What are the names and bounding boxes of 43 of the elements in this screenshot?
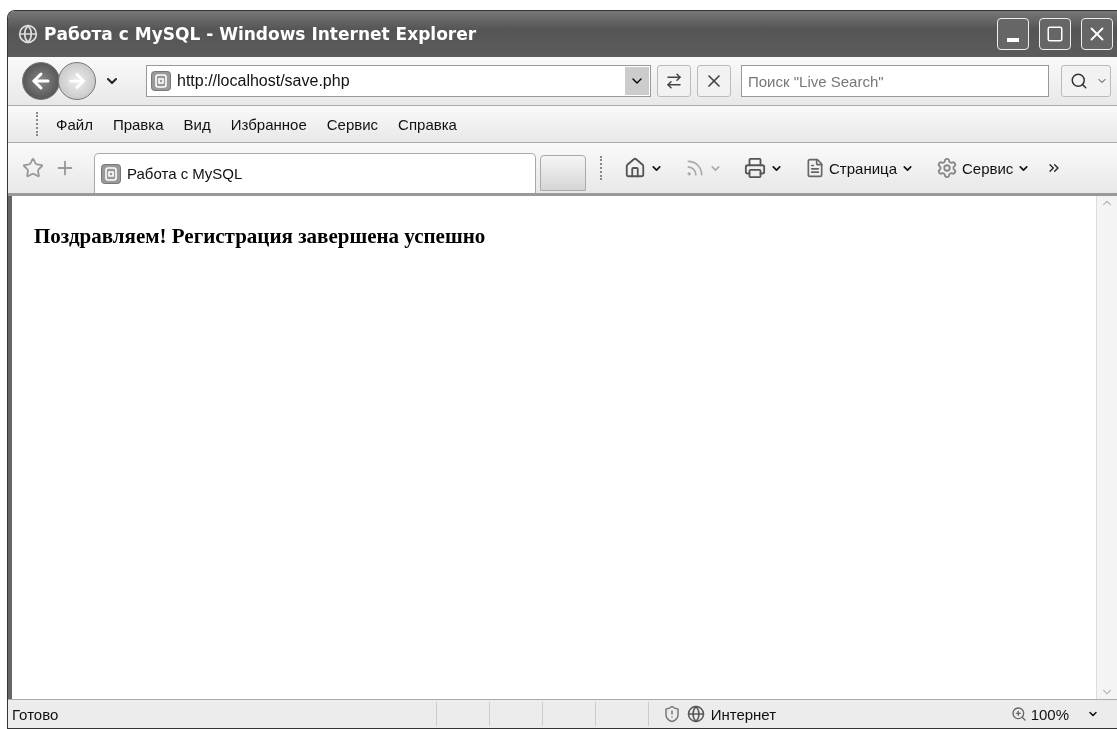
zoom-button[interactable]: 100%: [1002, 705, 1117, 723]
browser-tab[interactable]: Работа с MySQL: [94, 153, 536, 193]
settings-icon: [936, 157, 958, 179]
protected-mode-icon: [662, 705, 681, 723]
menu-item[interactable]: Сервис: [318, 113, 387, 135]
favorites-star-icon: [22, 157, 44, 179]
maximize-button[interactable]: [1039, 18, 1071, 50]
menu-item[interactable]: Правка: [104, 113, 172, 135]
minimize-icon: [1007, 38, 1019, 42]
globe-icon: [686, 705, 705, 723]
search-button[interactable]: [1061, 65, 1111, 97]
forward-button[interactable]: [58, 62, 96, 100]
menu-item[interactable]: Файл: [48, 113, 101, 135]
command-menu[interactable]: Страница: [799, 158, 920, 178]
page-heading: Поздравляем! Регистрация завершена успешно: [34, 224, 487, 249]
close-button[interactable]: [1081, 18, 1113, 50]
arrows-icon: [665, 72, 683, 90]
back-button[interactable]: [22, 62, 60, 100]
search-field[interactable]: Поиск "Live Search": [741, 65, 1049, 97]
status-text: Готово: [11, 705, 60, 723]
browser-logo-icon: [18, 24, 38, 44]
security-zone: Интернет: [710, 705, 777, 723]
menu-item[interactable]: Вид: [175, 113, 219, 135]
window-title: Работа с MySQL - Windows Internet Explorer: [44, 24, 478, 44]
feed-icon: [685, 158, 705, 178]
arrow-right-icon: [66, 70, 88, 92]
printer-icon: [744, 157, 766, 179]
address-dropdown[interactable]: [625, 67, 649, 95]
maximize-icon: [1046, 25, 1064, 43]
command-menu[interactable]: Сервис: [930, 157, 1037, 179]
address-field[interactable]: http://localhost/save.php: [146, 65, 651, 97]
page-icon: [805, 158, 825, 178]
menu-item[interactable]: Справка: [390, 113, 465, 135]
scroll-bar[interactable]: [1096, 196, 1117, 699]
favicon-icon: [101, 163, 121, 184]
home-icon: [624, 157, 646, 179]
minimize-button[interactable]: [997, 18, 1029, 50]
refresh-button[interactable]: [657, 65, 691, 97]
favicon-icon: [151, 71, 171, 91]
zoom-icon: [1010, 706, 1027, 722]
stop-button[interactable]: [697, 65, 731, 97]
menu-item[interactable]: Избранное: [222, 113, 315, 135]
search-icon: [1070, 72, 1088, 90]
